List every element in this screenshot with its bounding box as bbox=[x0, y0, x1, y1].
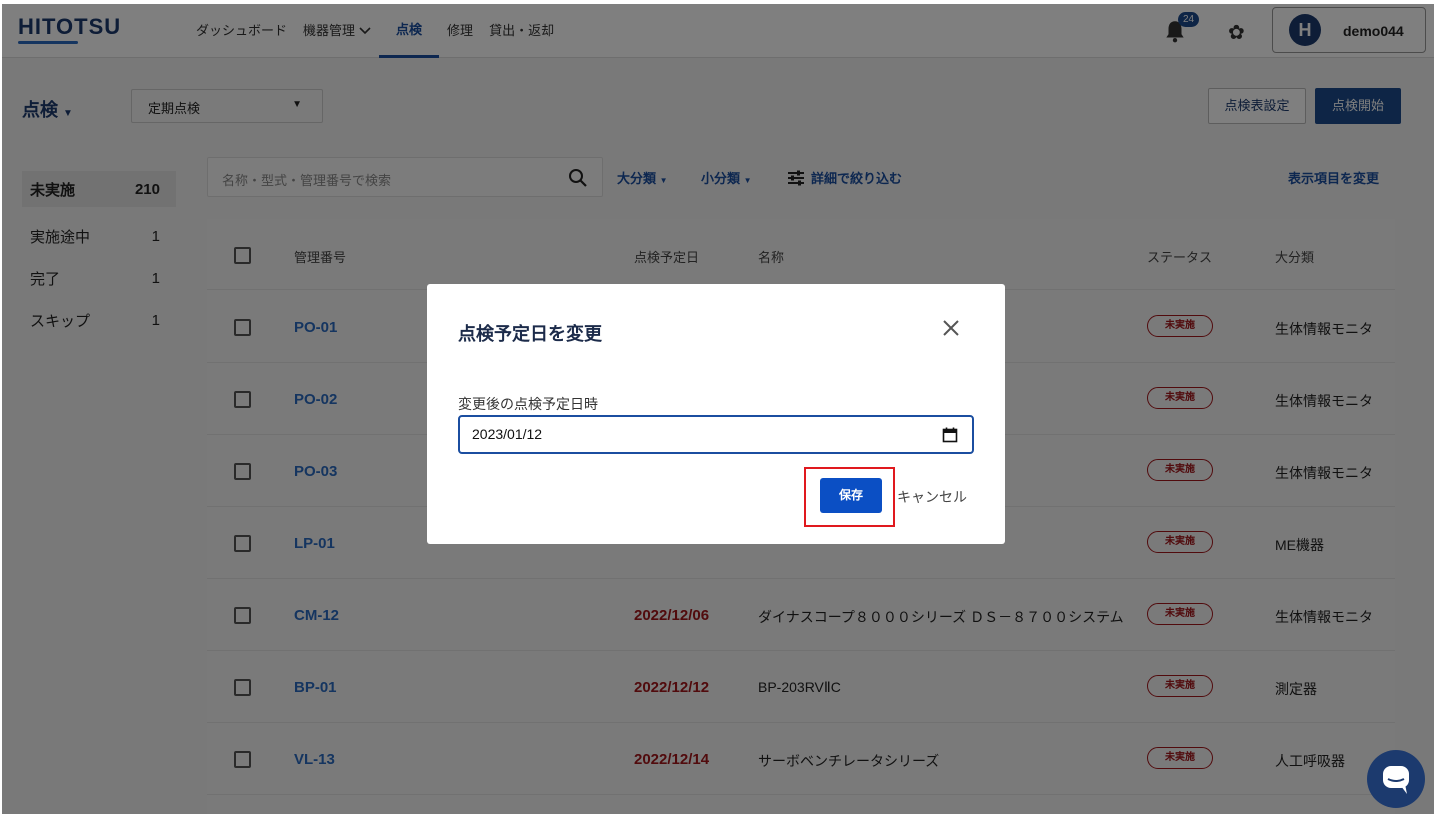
close-icon[interactable] bbox=[939, 316, 963, 340]
date-field-value: 2023/01/12 bbox=[472, 426, 543, 442]
dialog-title: 点検予定日を変更 bbox=[458, 324, 602, 344]
chat-launcher-button[interactable] bbox=[1367, 750, 1425, 808]
date-field[interactable]: 2023/01/12 bbox=[458, 415, 974, 454]
save-button[interactable]: 保存 bbox=[820, 478, 882, 513]
change-date-dialog: 点検予定日を変更 変更後の点検予定日時 2023/01/12 保存 キャンセル bbox=[427, 284, 1005, 544]
calendar-icon[interactable] bbox=[942, 427, 958, 443]
app-frame: HITOTSU ダッシュボード 機器管理 点検 修理 貸出・返却 24 ✿ H … bbox=[2, 4, 1434, 814]
chat-bubble-icon bbox=[1383, 766, 1409, 794]
date-field-label: 変更後の点検予定日時 bbox=[458, 396, 598, 412]
cancel-button[interactable]: キャンセル bbox=[897, 487, 967, 507]
